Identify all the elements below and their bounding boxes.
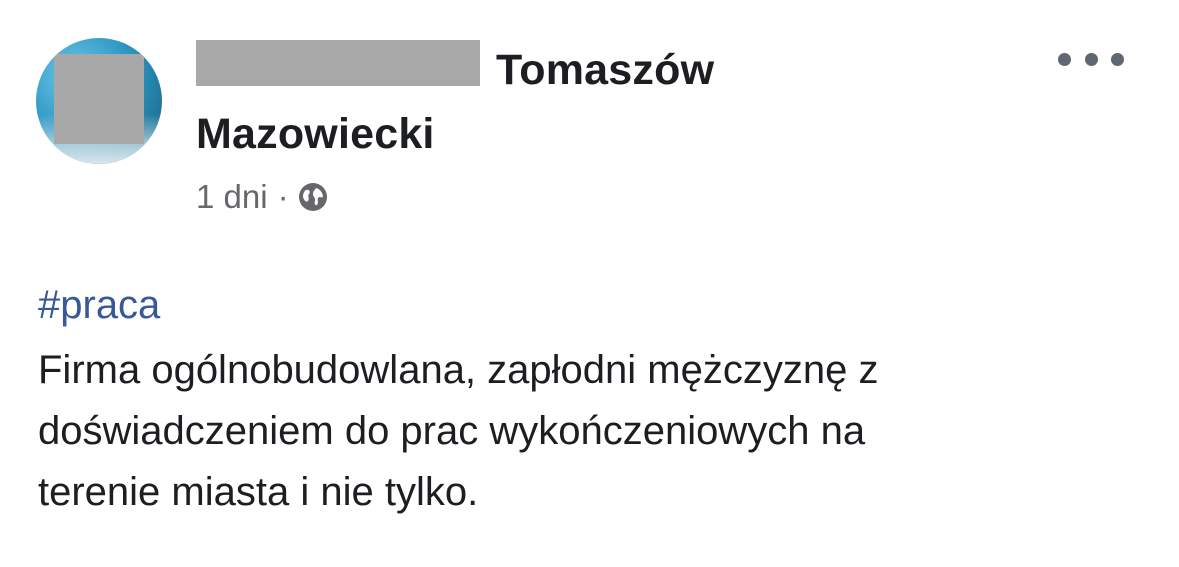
facebook-post: Tomaszów Mazowiecki 1 dni · #praca Firma…	[0, 0, 1179, 567]
author-name-censor-block	[196, 40, 480, 86]
author-name-line2: Mazowiecki	[196, 110, 435, 158]
post-meta: 1 dni ·	[196, 172, 329, 222]
more-options-dot	[1111, 52, 1124, 66]
avatar-censor-block	[54, 54, 144, 144]
post-body-line: Firma ogólnobudowlana, zapłodni mężczyzn…	[38, 348, 879, 392]
globe-icon[interactable]	[297, 181, 329, 213]
more-options-dot	[1058, 52, 1071, 66]
avatar[interactable]	[36, 38, 162, 164]
more-options-dot	[1084, 52, 1098, 66]
post-body-line: doświadczeniem do prac wykończeniowych n…	[38, 409, 866, 453]
hashtag-link[interactable]: #praca	[38, 280, 160, 330]
post-body-line: terenie miasta i nie tylko.	[38, 470, 479, 514]
post-body: Firma ogólnobudowlana, zapłodni mężczyzn…	[38, 340, 1158, 523]
post-timestamp[interactable]: 1 dni	[196, 178, 268, 216]
meta-separator: ·	[277, 178, 289, 215]
more-options-button[interactable]	[1058, 44, 1124, 74]
